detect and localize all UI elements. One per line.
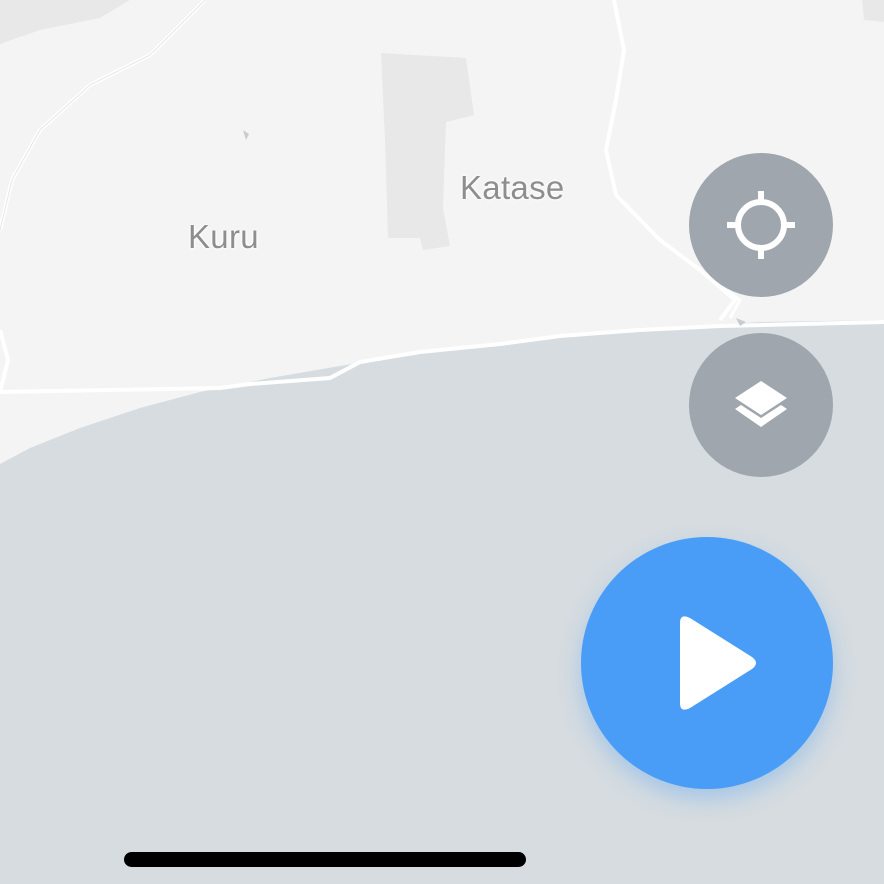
layers-icon bbox=[735, 381, 787, 427]
top-right-patch bbox=[862, 0, 884, 22]
layers-button[interactable] bbox=[689, 333, 833, 477]
map-screen: Kuru Katase bbox=[0, 0, 884, 884]
crosshair-icon bbox=[727, 191, 795, 259]
play-button[interactable] bbox=[581, 537, 833, 789]
play-icon bbox=[680, 616, 756, 710]
home-indicator[interactable] bbox=[124, 852, 526, 867]
place-label-kuru: Kuru bbox=[188, 218, 259, 255]
place-label-katase: Katase bbox=[460, 169, 565, 206]
locate-button[interactable] bbox=[689, 153, 833, 297]
